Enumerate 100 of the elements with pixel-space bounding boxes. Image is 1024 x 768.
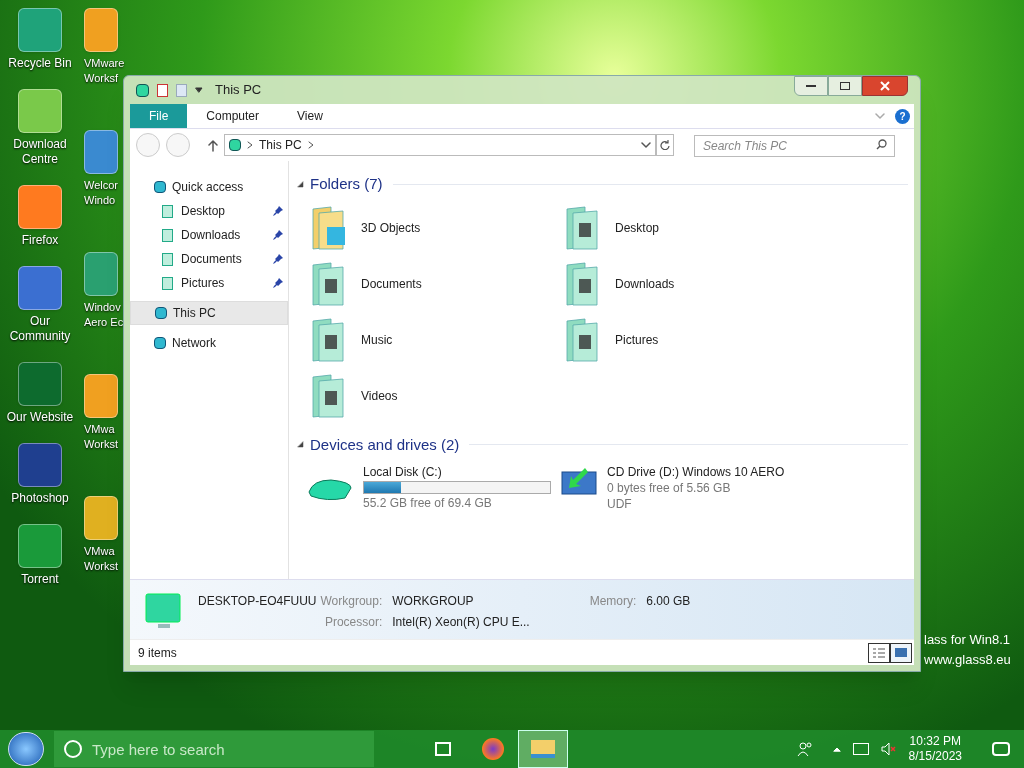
task-view-icon	[435, 742, 451, 756]
disk-drive-icon	[307, 476, 353, 502]
collapse-icon[interactable]	[297, 441, 304, 449]
pin-icon[interactable]	[272, 229, 284, 241]
shortcut-label: VMware	[84, 56, 125, 71]
detail-label: Memory:	[589, 593, 637, 610]
drive-item[interactable]: Local Disk (C:) 55.2 GB free of 69.4 GB	[297, 464, 551, 512]
chevron-icon	[307, 141, 314, 149]
shortcut-label: Recycle Bin	[8, 56, 72, 71]
shortcut-label: Our Website	[6, 410, 74, 425]
list-icon	[872, 647, 886, 658]
shortcut-label: VMwa	[84, 422, 115, 437]
nav-icon	[154, 181, 166, 193]
address-bar[interactable]: This PC	[224, 134, 656, 156]
group-header[interactable]: Folders (7)	[310, 173, 383, 196]
nav-item[interactable]: Pictures	[181, 274, 225, 292]
wallpaper-text: lass for Win8.1	[924, 631, 1011, 649]
nav-item[interactable]: Quick access	[130, 175, 288, 199]
dropdown-icon[interactable]	[641, 142, 651, 148]
search-icon	[876, 139, 887, 150]
shortcut-label: Torrent	[21, 572, 59, 587]
drive-info: 0 bytes free of 5.56 GB	[607, 480, 732, 496]
shortcut-label: Community	[9, 329, 71, 344]
nav-item[interactable]: Network	[130, 331, 288, 355]
nav-icon	[155, 307, 167, 319]
shortcut-label: Worksf	[84, 71, 119, 86]
detail-label: Processor:	[323, 614, 383, 631]
folder-item[interactable]: Downloads	[551, 255, 805, 312]
shortcut-label: Download	[13, 137, 67, 152]
status-text: 9 items	[138, 644, 177, 662]
clock-date[interactable]: 8/15/2023	[908, 749, 962, 764]
shortcut-icon[interactable]	[84, 496, 118, 540]
nav-item[interactable]: Downloads	[181, 226, 241, 244]
show-hidden-icons-icon[interactable]	[832, 746, 841, 752]
nav-item[interactable]: Documents	[181, 250, 242, 268]
drive-item[interactable]: CD Drive (D:) Windows 10 AERO 0 bytes free of 5.56 GB UDF	[551, 464, 831, 512]
shortcut-label: Photoshop	[11, 491, 69, 506]
nav-icon	[162, 276, 173, 290]
detail-label: Workgroup:	[320, 593, 383, 610]
ribbon-tab[interactable]: Computer	[187, 104, 279, 128]
start-button[interactable]	[8, 732, 44, 766]
detail-value: 6.00 GB	[646, 593, 691, 610]
pin-icon[interactable]	[272, 253, 284, 265]
shortcut-label: Firefox	[21, 233, 59, 248]
nav-icon	[162, 204, 173, 218]
shortcut-label: Our	[30, 314, 50, 329]
shortcut-label: Windo	[84, 193, 116, 208]
shortcut-label: VMwa	[84, 544, 115, 559]
volume-muted-icon[interactable]	[880, 742, 897, 756]
drive-info: 55.2 GB free of 69.4 GB	[363, 495, 493, 511]
shortcut-label: Centre	[22, 152, 58, 167]
folder-item[interactable]: Music	[297, 311, 551, 368]
chevron-icon	[247, 141, 253, 149]
folder-item[interactable]: Pictures	[551, 311, 805, 368]
maximize-button[interactable]	[828, 76, 862, 96]
window-title: This PC	[215, 81, 262, 100]
detail-value: Intel(R) Xeon(R) CPU E...	[392, 614, 530, 631]
nav-item[interactable]: Desktop	[181, 202, 226, 220]
dropdown-icon[interactable]	[195, 87, 203, 93]
clock-time[interactable]: 10:32 PM	[909, 734, 961, 749]
taskbar-search-field[interactable]: Type here to search	[54, 731, 374, 767]
shortcut-icon[interactable]	[18, 443, 62, 487]
close-icon	[880, 81, 890, 91]
details-view-button[interactable]	[868, 642, 890, 663]
shortcut-label: Welcor	[84, 178, 119, 193]
ribbon-tab[interactable]: View	[278, 104, 342, 128]
shortcut-label: Workst	[84, 437, 119, 452]
folder-item[interactable]: Desktop	[551, 199, 805, 256]
folder-item[interactable]: 3D Objects	[297, 199, 551, 256]
refresh-icon	[660, 140, 670, 150]
folder-icon	[531, 740, 555, 758]
computer-icon[interactable]	[136, 83, 149, 97]
folder-item[interactable]: Documents	[297, 255, 551, 312]
search-icon	[64, 740, 82, 758]
nav-icon	[162, 228, 173, 242]
shortcut-label: Aero Ec	[84, 315, 124, 330]
nav-icon	[154, 337, 166, 349]
pin-icon[interactable]	[272, 277, 284, 289]
tiles-view-button[interactable]	[890, 642, 912, 663]
close-button[interactable]	[862, 76, 908, 96]
collapse-icon[interactable]	[297, 180, 304, 188]
group-header[interactable]: Devices and drives (2)	[310, 433, 460, 456]
refresh-button[interactable]	[656, 134, 674, 156]
minimize-button[interactable]	[794, 76, 828, 96]
people-icon[interactable]	[796, 741, 813, 757]
breadcrumb[interactable]: This PC	[259, 136, 302, 154]
firefox-icon	[482, 738, 504, 760]
shortcut-label: Workst	[84, 559, 119, 574]
help-button[interactable]: ?	[895, 108, 910, 124]
shortcut-icon[interactable]	[18, 362, 62, 406]
search-field[interactable]: Search This PC	[694, 135, 895, 157]
nav-item[interactable]: This PC	[130, 301, 288, 325]
nav-icon	[162, 252, 173, 266]
computer-name: DESKTOP-EO4FUUU	[198, 593, 317, 610]
pin-icon[interactable]	[272, 205, 284, 217]
taskbar-app-button[interactable]	[518, 730, 568, 768]
shortcut-label: Windov	[84, 300, 121, 315]
folder-item[interactable]: Videos	[297, 367, 551, 424]
up-arrow-icon[interactable]	[208, 138, 218, 152]
wallpaper-text: www.glass8.eu	[924, 651, 1011, 669]
